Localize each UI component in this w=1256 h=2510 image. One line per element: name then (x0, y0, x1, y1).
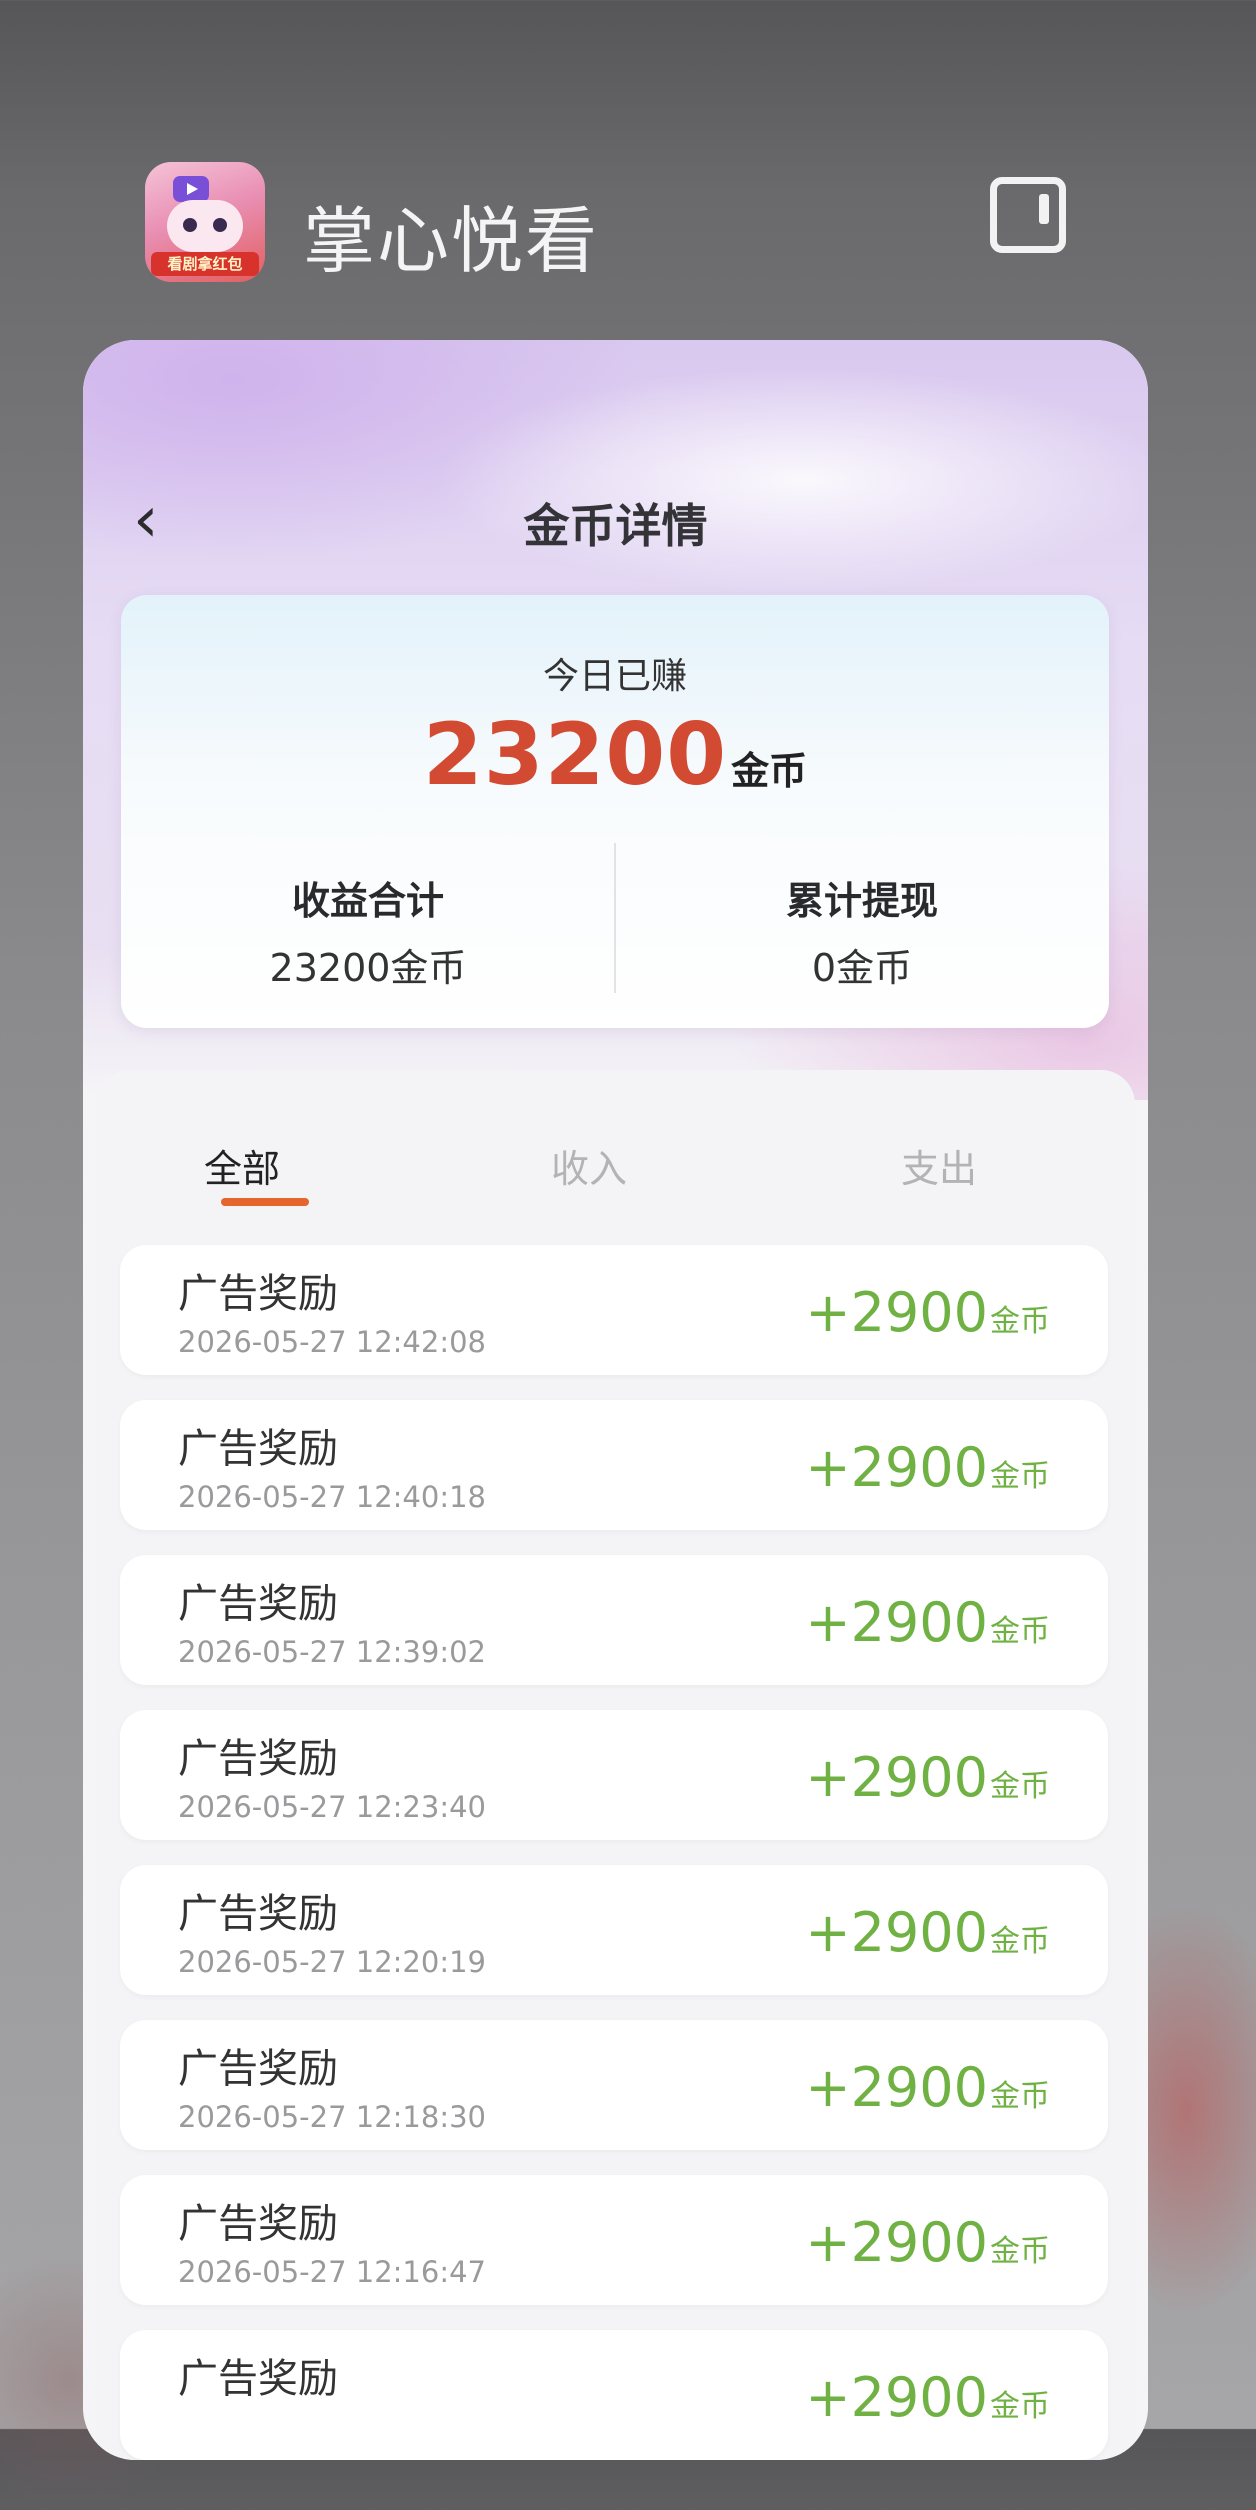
today-earned-label: 今日已赚 (542, 656, 687, 697)
app-icon-badge: 看剧拿红包 (151, 252, 259, 276)
record-amount: +2900金币 (805, 1901, 1050, 1964)
record-amount-value: +2900 (805, 2056, 988, 2119)
record-amount-value: +2900 (805, 2366, 988, 2429)
record-amount-value: +2900 (805, 1281, 988, 1344)
income-total-label: 收益合计 (291, 879, 444, 923)
records-panel: 全部 收入 支出 广告奖励 2026-05-27 12:42:08 +2900金… (97, 1070, 1135, 2460)
today-earned: 23200 金币 (121, 705, 1109, 805)
earnings-summary: 今日已赚 23200 金币 收益合计 23200金币 累计提现 0金币 (121, 595, 1109, 1028)
tab-income[interactable]: 收入 (489, 1138, 689, 1193)
record-amount: +2900金币 (805, 2056, 1050, 2119)
record-title: 广告奖励 (178, 2201, 338, 2247)
record-title: 广告奖励 (178, 1271, 338, 1317)
record-amount: +2900金币 (805, 1281, 1050, 1344)
record-amount-value: +2900 (805, 2211, 988, 2274)
record-time: 2026-05-27 12:23:40 (178, 1790, 486, 1824)
list-item[interactable]: 广告奖励 2026-05-27 12:18:30 +2900金币 (120, 2020, 1108, 2150)
mascot-face (167, 200, 243, 252)
list-item[interactable]: 广告奖励 2026-05-27 12:20:19 +2900金币 (120, 1865, 1108, 1995)
record-time: 2026-05-27 12:40:18 (178, 1480, 486, 1514)
tab-expense[interactable]: 支出 (839, 1138, 1039, 1193)
record-title: 广告奖励 (178, 1736, 338, 1782)
record-amount-unit: 金币 (990, 1459, 1050, 1494)
record-amount-unit: 金币 (990, 2079, 1050, 2114)
withdraw-total-label: 累计提现 (785, 879, 938, 923)
record-time: 2026-05-27 12:18:30 (178, 2100, 486, 2134)
record-title: 广告奖励 (178, 1581, 338, 1627)
mascot-eye (183, 218, 197, 232)
app-header: 看剧拿红包 掌心悦看 (145, 162, 1256, 283)
app-window-card[interactable]: ‹ 金币详情 今日已赚 23200 金币 收益合计 23200金币 累计提现 0金… (83, 340, 1148, 2460)
income-total: 收益合计 23200金币 (121, 870, 615, 992)
today-earned-unit: 金币 (731, 749, 808, 793)
list-item[interactable]: 广告奖励 2026-05-27 12:23:40 +2900金币 (120, 1710, 1108, 1840)
records-list: 广告奖励 2026-05-27 12:42:08 +2900金币 广告奖励 20… (120, 1245, 1108, 2460)
record-amount-value: +2900 (805, 1436, 988, 1499)
withdraw-total-value: 0金币 (811, 946, 913, 990)
record-amount: +2900金币 (805, 2211, 1050, 2274)
list-item[interactable]: 广告奖励 +2900金币 (120, 2330, 1108, 2460)
record-time: 2026-05-27 12:39:02 (178, 1635, 486, 1669)
record-time: 2026-05-27 12:20:19 (178, 1945, 486, 1979)
mascot-eye (213, 218, 227, 232)
active-tab-indicator (221, 1198, 309, 1206)
record-amount-unit: 金币 (990, 1304, 1050, 1339)
app-title: 掌心悦看 (303, 199, 600, 283)
record-amount: +2900金币 (805, 1436, 1050, 1499)
record-title: 广告奖励 (178, 2046, 338, 2092)
record-amount-value: +2900 (805, 1746, 988, 1809)
app-icon[interactable]: 看剧拿红包 (145, 162, 265, 282)
list-item[interactable]: 广告奖励 2026-05-27 12:42:08 +2900金币 (120, 1245, 1108, 1375)
record-amount-value: +2900 (805, 1901, 988, 1964)
withdraw-total: 累计提现 0金币 (615, 870, 1109, 992)
record-time: 2026-05-27 12:16:47 (178, 2255, 486, 2289)
record-amount-unit: 金币 (990, 2234, 1050, 2269)
record-title: 广告奖励 (178, 1426, 338, 1472)
record-amount: +2900金币 (805, 1746, 1050, 1809)
record-amount-unit: 金币 (990, 1769, 1050, 1804)
record-amount: +2900金币 (805, 2366, 1050, 2429)
tab-all[interactable]: 全部 (142, 1138, 342, 1193)
page-title: 金币详情 (523, 499, 708, 553)
today-earned-value: 23200 (422, 705, 728, 805)
income-total-value: 23200金币 (269, 946, 467, 990)
record-time: 2026-05-27 12:42:08 (178, 1325, 486, 1359)
record-title: 广告奖励 (178, 1891, 338, 1937)
record-amount: +2900金币 (805, 1591, 1050, 1654)
record-title: 广告奖励 (178, 2356, 338, 2402)
record-amount-unit: 金币 (990, 1614, 1050, 1649)
split-screen-icon[interactable] (990, 177, 1066, 253)
list-item[interactable]: 广告奖励 2026-05-27 12:40:18 +2900金币 (120, 1400, 1108, 1530)
list-item[interactable]: 广告奖励 2026-05-27 12:39:02 +2900金币 (120, 1555, 1108, 1685)
record-amount-unit: 金币 (990, 1924, 1050, 1959)
play-icon (173, 176, 209, 202)
record-amount-value: +2900 (805, 1591, 988, 1654)
record-amount-unit: 金币 (990, 2389, 1050, 2424)
list-item[interactable]: 广告奖励 2026-05-27 12:16:47 +2900金币 (120, 2175, 1108, 2305)
